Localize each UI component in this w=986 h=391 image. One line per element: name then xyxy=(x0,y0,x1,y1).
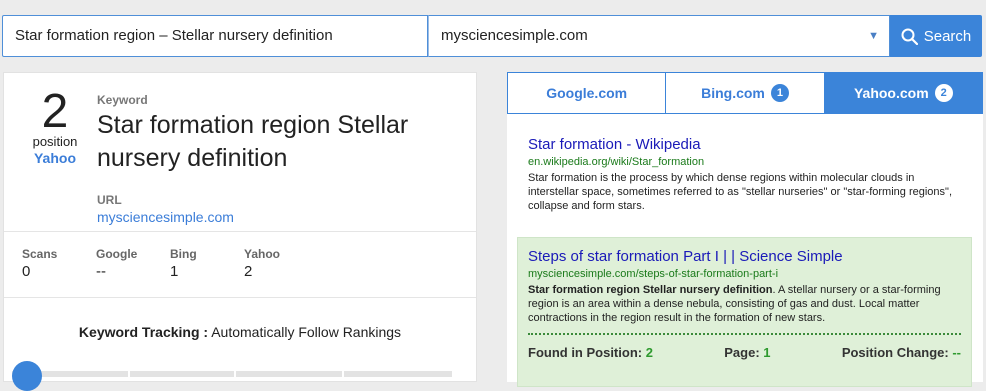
slider-tick xyxy=(342,371,344,377)
result-description: Star formation is the process by which d… xyxy=(528,172,952,212)
stat-bing: Bing 1 xyxy=(170,247,244,280)
tracking-label: Keyword Tracking : xyxy=(78,324,209,340)
stat-label: Yahoo xyxy=(244,247,281,261)
found-page: Page: 1 xyxy=(724,345,770,360)
site-select[interactable]: mysciencesimple.com ▼ xyxy=(428,15,890,57)
slider-tick xyxy=(234,371,236,377)
tab-label: Yahoo.com xyxy=(853,85,929,101)
found-position-row: Found in Position: 2 Page: 1 Position Ch… xyxy=(528,345,961,360)
keyword-tracking: Keyword Tracking : Automatically Follow … xyxy=(4,324,476,340)
stat-value: -- xyxy=(96,263,106,280)
stat-label: Google xyxy=(96,247,138,261)
found-position-label: Found in Position: xyxy=(528,345,643,360)
result-description-keyword: Star formation region Stellar nursery de… xyxy=(528,284,773,296)
matched-search-result: Steps of star formation Part I | | Scien… xyxy=(517,237,972,387)
stat-value: 1 xyxy=(170,263,179,280)
stat-scans: Scans 0 xyxy=(22,247,96,280)
result-url: mysciencesimple.com/steps-of-star-format… xyxy=(528,268,779,280)
stat-yahoo: Yahoo 2 xyxy=(244,247,318,280)
divider xyxy=(4,231,476,232)
stat-value: 0 xyxy=(22,263,31,280)
tab-label: Google.com xyxy=(546,85,628,101)
keyword-label: Keyword xyxy=(97,93,148,107)
found-page-label: Page: xyxy=(724,345,760,360)
result-title-link[interactable]: Star formation - Wikipedia xyxy=(528,136,968,153)
stat-label: Bing xyxy=(170,247,197,261)
search-results-panel: Google.com Bing.com 1 Yahoo.com 2 Star f… xyxy=(507,72,983,387)
tab-google[interactable]: Google.com xyxy=(507,72,667,114)
count-badge: 2 xyxy=(934,84,953,102)
keyword-title: Star formation region Stellar nursery de… xyxy=(97,111,409,172)
found-position: Found in Position: 2 xyxy=(528,345,653,360)
stat-google: Google -- xyxy=(96,247,170,280)
search-button[interactable]: Search xyxy=(890,15,982,57)
search-bar: Star formation region – Stellar nursery … xyxy=(2,15,982,57)
position-change: Position Change: -- xyxy=(842,345,961,360)
found-page-value: 1 xyxy=(763,345,771,360)
search-button-label: Search xyxy=(923,27,972,45)
search-icon xyxy=(901,28,918,45)
result-title-link[interactable]: Steps of star formation Part I | | Scien… xyxy=(528,248,961,265)
slider-tick xyxy=(128,371,130,377)
keyword-input[interactable]: Star formation region – Stellar nursery … xyxy=(2,15,428,57)
position-block: 2 position Yahoo xyxy=(22,85,88,167)
stat-value: 2 xyxy=(244,263,253,280)
url-link[interactable]: mysciencesimple.com xyxy=(97,209,467,225)
tab-label: Bing.com xyxy=(701,85,765,101)
tracking-slider-track[interactable] xyxy=(12,371,452,377)
position-change-value: -- xyxy=(952,345,961,360)
found-position-value: 2 xyxy=(645,345,653,360)
result-url: en.wikipedia.org/wiki/Star_formation xyxy=(528,156,705,168)
position-change-label: Position Change: xyxy=(841,345,949,360)
chevron-down-icon[interactable]: ▼ xyxy=(868,16,879,56)
keyword-block: Keyword Star formation region Stellar nu… xyxy=(97,93,467,225)
result-description: Star formation region Stellar nursery de… xyxy=(528,283,961,325)
count-badge: 1 xyxy=(770,84,789,102)
dotted-divider xyxy=(528,333,961,335)
tracking-value: Automatically Follow Rankings xyxy=(211,324,402,340)
stats-row: Scans 0 Google -- Bing 1 Yahoo 2 xyxy=(22,247,318,280)
tab-bing[interactable]: Bing.com 1 xyxy=(666,72,825,114)
position-engine: Yahoo xyxy=(33,150,76,166)
site-select-value: mysciencesimple.com xyxy=(441,27,588,44)
search-result: Star formation - Wikipedia en.wikipedia.… xyxy=(528,136,968,213)
stat-label: Scans xyxy=(22,247,58,261)
keyword-summary-panel: 2 position Yahoo Keyword Star formation … xyxy=(3,72,477,391)
divider xyxy=(4,297,476,298)
position-label: position xyxy=(32,134,78,149)
tracking-slider-handle[interactable] xyxy=(12,361,42,391)
position-number: 2 xyxy=(41,85,69,138)
url-label: URL xyxy=(97,193,122,207)
tab-yahoo[interactable]: Yahoo.com 2 xyxy=(824,72,983,114)
engine-tabs: Google.com Bing.com 1 Yahoo.com 2 xyxy=(507,72,983,114)
